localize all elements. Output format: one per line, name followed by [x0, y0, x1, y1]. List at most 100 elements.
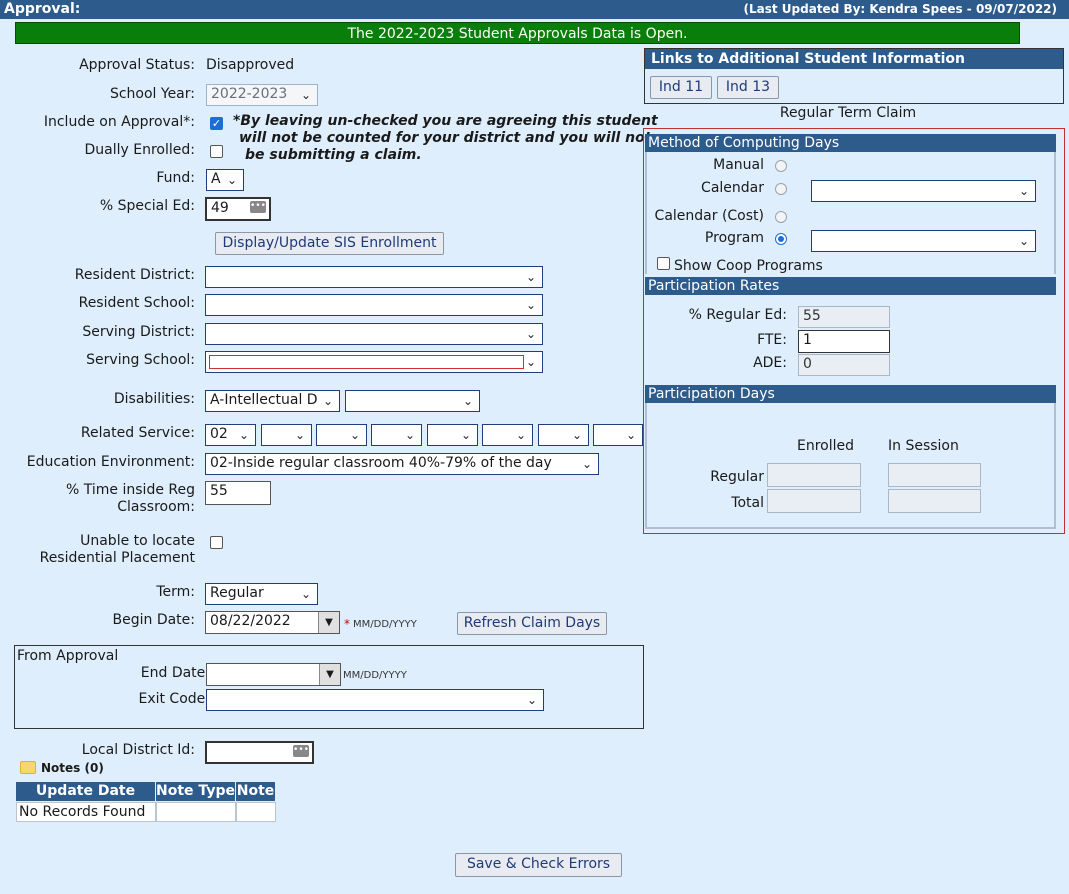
dually-enrolled-checkbox[interactable]	[210, 145, 223, 158]
notes-header-note-type[interactable]: Note Type	[156, 782, 235, 801]
chevron-down-icon: ⌄	[322, 394, 333, 408]
from-approval-label: From Approval	[17, 648, 119, 664]
regular-term-claim-title: Regular Term Claim	[779, 105, 917, 121]
method-program-radio[interactable]	[775, 233, 787, 245]
notes-empty-cell: No Records Found	[16, 802, 156, 822]
special-ed-label: % Special Ed:	[99, 198, 195, 214]
related-service-select-5[interactable]: ⌄	[427, 424, 478, 446]
calendar-select[interactable]: ⌄	[811, 180, 1036, 202]
regular-ed-label: % Regular Ed:	[688, 307, 787, 323]
program-select[interactable]: ⌄	[811, 230, 1036, 252]
disability-secondary-select[interactable]: ⌄	[345, 390, 480, 412]
show-coop-label: Show Coop Programs	[674, 258, 823, 274]
link-ind-13-button[interactable]: Ind 13	[717, 76, 779, 99]
time-inside-label: % Time inside Reg Classroom:	[66, 482, 195, 516]
dually-enrolled-label: Dually Enrolled:	[84, 142, 195, 158]
serving-school-select[interactable]: ⌄	[205, 351, 543, 373]
exit-code-select[interactable]: ⌄	[206, 689, 544, 711]
regular-in-session-field	[888, 463, 981, 487]
method-calendar-cost-label: Calendar (Cost)	[654, 208, 764, 224]
chevron-down-icon: ⌄	[300, 587, 311, 601]
save-and-check-errors-button[interactable]: Save & Check Errors	[455, 853, 622, 877]
unable-label-line-2: Residential Placement	[39, 550, 195, 566]
related-service-select-8[interactable]: ⌄	[593, 424, 643, 446]
fte-input[interactable]: 1	[798, 330, 890, 353]
special-ed-input[interactable]: 49 •••	[205, 197, 271, 221]
folder-icon	[20, 761, 36, 774]
required-marker: *	[344, 617, 350, 631]
fund-value: A	[211, 171, 221, 187]
include-on-approval-label: Include on Approval*:	[43, 114, 195, 130]
related-service-select-4[interactable]: ⌄	[371, 424, 422, 446]
school-year-value: 2022-2023	[211, 86, 288, 102]
resident-school-label: Resident School:	[78, 295, 195, 311]
notes-label[interactable]: Notes (0)	[41, 761, 104, 775]
chevron-down-icon: ⌄	[526, 693, 537, 707]
fund-select[interactable]: A ⌄	[206, 169, 244, 191]
special-ed-value: 49	[211, 200, 229, 216]
chevron-down-icon: ⌄	[460, 428, 471, 442]
related-service-select-6[interactable]: ⌄	[482, 424, 533, 446]
ade-input: 0	[798, 354, 890, 376]
chevron-down-icon: ⌄	[625, 428, 636, 442]
school-year-select[interactable]: 2022-2023 ⌄	[206, 84, 318, 106]
notes-empty-cell-3	[236, 802, 276, 822]
related-service-select-7[interactable]: ⌄	[538, 424, 589, 446]
approval-header-bar: Approval: (Last Updated By: Kendra Spees…	[0, 0, 1069, 19]
participation-days-header: Participation Days	[645, 385, 1056, 403]
chevron-down-icon: ⌄	[525, 327, 536, 341]
method-manual-label: Manual	[713, 157, 764, 173]
education-environment-select[interactable]: 02-Inside regular classroom 40%-79% of t…	[205, 453, 599, 475]
include-note: *By leaving un-checked you are agreeing …	[233, 113, 658, 164]
chevron-down-icon: ⌄	[1018, 234, 1029, 248]
related-service-select-3[interactable]: ⌄	[316, 424, 367, 446]
chevron-down-icon: ⌄	[294, 428, 305, 442]
chevron-down-icon: ⌄	[462, 394, 473, 408]
chevron-down-icon: ⌄	[404, 428, 415, 442]
numpad-icon[interactable]: •••	[250, 201, 266, 213]
unable-to-locate-label: Unable to locate Residential Placement	[40, 533, 195, 567]
resident-district-label: Resident District:	[74, 267, 195, 283]
serving-district-select[interactable]: ⌄	[205, 323, 543, 345]
ade-label: ADE:	[753, 355, 787, 371]
method-calendar-radio[interactable]	[775, 183, 787, 195]
begin-date-input[interactable]: 08/22/2022 ▼	[205, 611, 340, 634]
show-coop-checkbox[interactable]	[657, 257, 670, 270]
chevron-down-icon: ⌄	[226, 173, 237, 187]
refresh-claim-days-button[interactable]: Refresh Claim Days	[457, 612, 607, 635]
notes-header-update-date[interactable]: Update Date	[16, 782, 155, 801]
numpad-icon[interactable]: •••	[293, 745, 309, 757]
include-on-approval-checkbox[interactable]: ✓	[210, 117, 223, 130]
local-district-id-input[interactable]: •••	[205, 741, 314, 764]
school-year-label: School Year:	[109, 86, 195, 102]
notes-header-note[interactable]: Note	[236, 782, 275, 801]
display-sis-enrollment-button[interactable]: Display/Update SIS Enrollment	[215, 232, 444, 255]
unable-to-locate-checkbox[interactable]	[210, 536, 223, 549]
begin-date-format-hint: MM/DD/YYYY	[353, 619, 417, 630]
unable-label-line-1: Unable to locate	[80, 533, 195, 549]
fte-label: FTE:	[757, 332, 787, 348]
chevron-down-icon: ⌄	[525, 298, 536, 312]
term-select[interactable]: Regular ⌄	[205, 583, 318, 605]
time-inside-input[interactable]: 55	[205, 481, 271, 505]
chevron-down-icon: ⌄	[515, 428, 526, 442]
time-inside-label-line-1: % Time inside Reg	[66, 482, 195, 498]
include-note-line-2: will not be counted for your district an…	[239, 130, 652, 146]
resident-district-select[interactable]: ⌄	[205, 266, 543, 288]
method-calendar-cost-radio[interactable]	[775, 211, 787, 223]
chevron-down-icon: ⌄	[525, 270, 536, 284]
end-date-input[interactable]: ▼	[206, 663, 341, 686]
related-service-select-2[interactable]: ⌄	[261, 424, 312, 446]
method-manual-radio[interactable]	[775, 160, 787, 172]
chevron-down-icon: ⌄	[1018, 184, 1029, 198]
date-dropdown-icon[interactable]: ▼	[319, 664, 340, 685]
time-inside-label-line-2: Classroom:	[117, 499, 195, 515]
term-value: Regular	[210, 585, 264, 601]
related-service-select-1[interactable]: 02 ⌄	[205, 424, 256, 446]
resident-school-select[interactable]: ⌄	[205, 294, 543, 316]
end-date-format-hint: MM/DD/YYYY	[343, 670, 407, 681]
link-ind-11-button[interactable]: Ind 11	[650, 76, 712, 99]
chevron-down-icon: ⌄	[571, 428, 582, 442]
disability-primary-select[interactable]: A-Intellectual D ⌄	[205, 390, 340, 412]
date-dropdown-icon[interactable]: ▼	[318, 612, 339, 633]
